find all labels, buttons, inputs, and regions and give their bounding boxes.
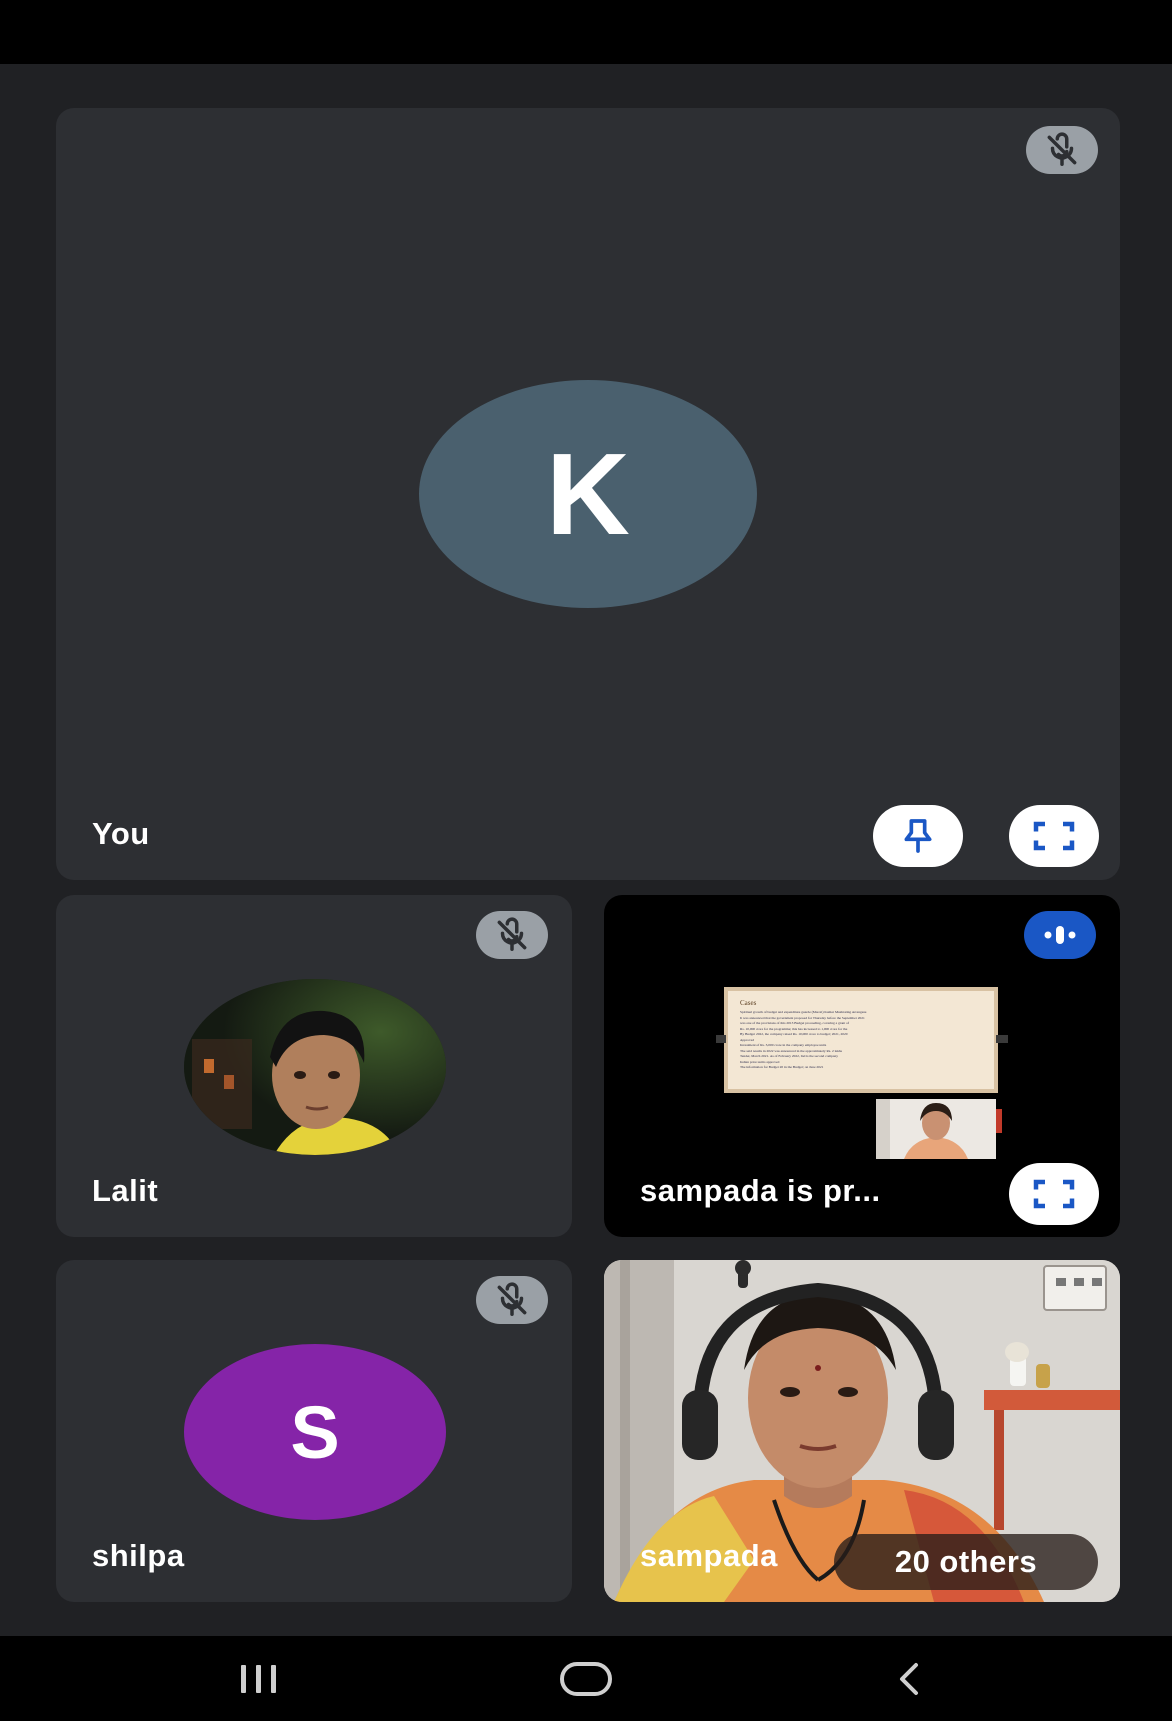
- recents-icon: [241, 1664, 276, 1693]
- mic-off-icon: [476, 911, 548, 959]
- presenter-thumbnail: [876, 1099, 996, 1159]
- navigation-bar: [0, 1636, 1172, 1721]
- avatar-initial-self: K: [546, 429, 630, 559]
- audio-level-icon: [1024, 911, 1096, 959]
- slide-bar-right: [996, 1035, 1008, 1043]
- participant-tile-presentation[interactable]: Cases Spiritual growth of budget and exp…: [604, 895, 1120, 1237]
- avatar-self: K: [419, 380, 757, 608]
- participant-tile-lalit[interactable]: Lalit: [56, 895, 572, 1237]
- fullscreen-icon: [1033, 821, 1075, 851]
- fullscreen-button-presentation[interactable]: [1009, 1163, 1099, 1225]
- slide-title: Cases: [740, 999, 757, 1007]
- avatar-shilpa: S: [184, 1344, 446, 1520]
- back-button[interactable]: [850, 1636, 970, 1721]
- presented-slide: Cases Spiritual growth of budget and exp…: [724, 987, 998, 1093]
- home-button[interactable]: [526, 1636, 646, 1721]
- home-icon: [560, 1661, 612, 1696]
- status-bar: [0, 0, 1172, 64]
- participant-name-lalit: Lalit: [92, 1173, 159, 1208]
- pin-icon: [904, 819, 932, 853]
- participant-name-self: You: [92, 816, 150, 851]
- mic-off-icon: [476, 1276, 548, 1324]
- slide-bar-left: [716, 1035, 726, 1043]
- participant-name-presentation: sampada is pr...: [640, 1173, 881, 1208]
- thumbnail-edge: [996, 1109, 1002, 1133]
- avatar-initial-shilpa: S: [290, 1390, 340, 1474]
- participant-tile-shilpa[interactable]: S shilpa: [56, 1260, 572, 1602]
- participant-tile-self[interactable]: K You: [56, 108, 1120, 880]
- fullscreen-icon: [1033, 1179, 1075, 1209]
- mic-off-icon: [1026, 126, 1098, 174]
- participant-name-sampada: sampada: [640, 1538, 778, 1573]
- participant-tile-sampada[interactable]: sampada 20 others: [604, 1260, 1120, 1602]
- others-count-button[interactable]: 20 others: [834, 1534, 1098, 1590]
- avatar-photo-lalit: [184, 979, 446, 1155]
- recents-button[interactable]: [199, 1636, 319, 1721]
- fullscreen-button-self[interactable]: [1009, 805, 1099, 867]
- slide-line: The information for Budget 20 in the Bud…: [740, 1065, 824, 1069]
- participant-name-shilpa: shilpa: [92, 1538, 185, 1573]
- slide-text: Spiritual growth of budget and expenditu…: [740, 1010, 982, 1071]
- back-icon: [900, 1662, 918, 1695]
- meeting-screen: K You Lalit Cases Spiritual growth of bu…: [0, 0, 1172, 1721]
- pin-button[interactable]: [873, 805, 963, 867]
